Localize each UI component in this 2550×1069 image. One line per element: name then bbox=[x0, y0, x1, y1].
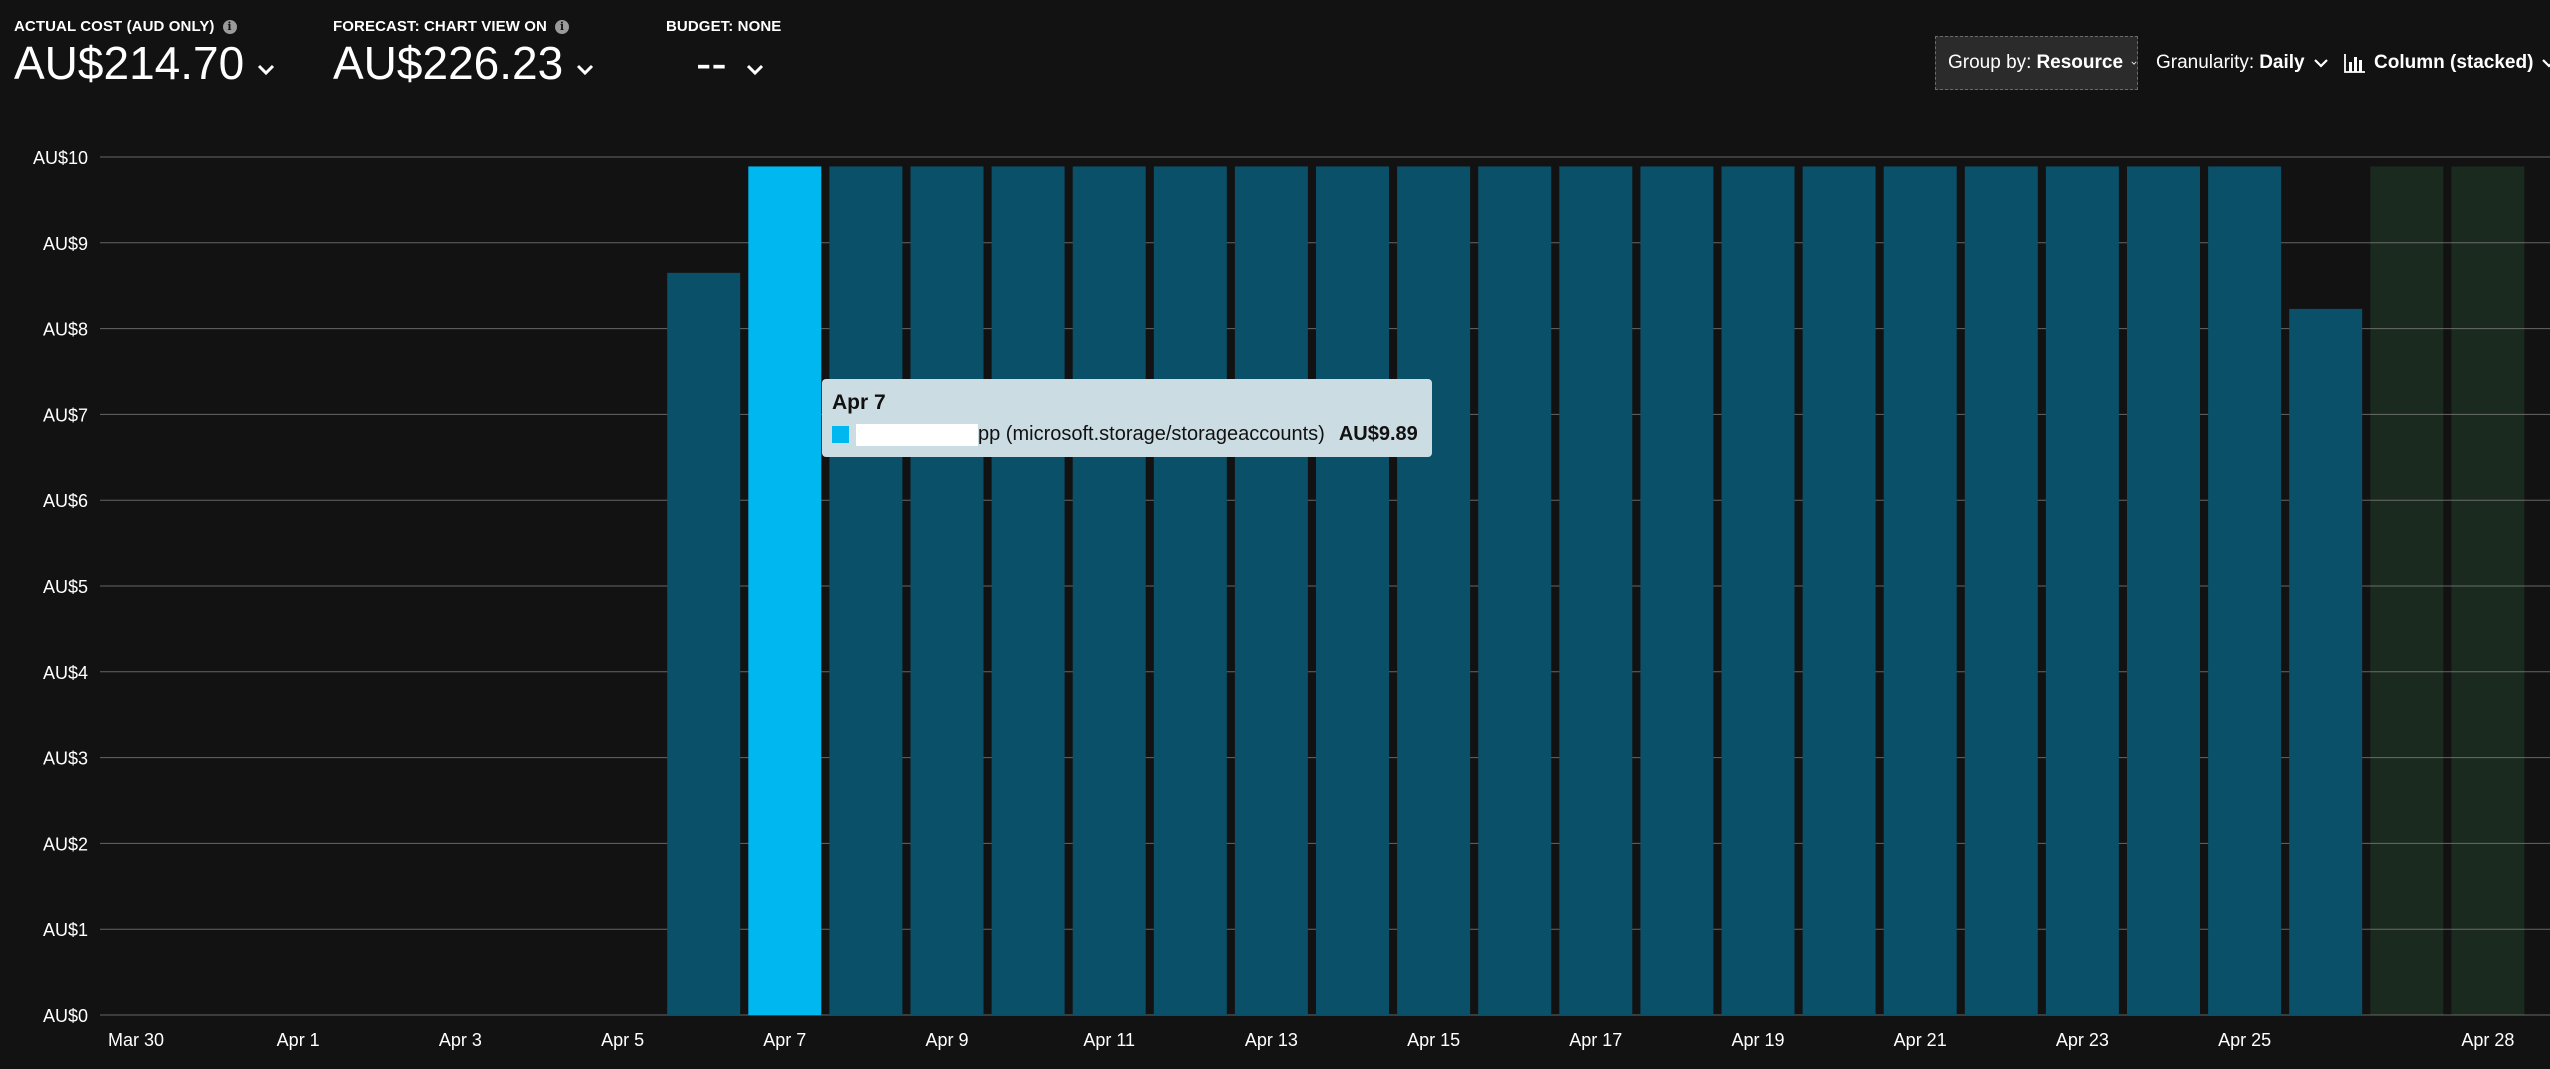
bar bbox=[667, 272, 741, 1016]
y-tick-label: AU$4 bbox=[43, 663, 88, 683]
x-tick-label: Apr 1 bbox=[277, 1030, 320, 1050]
x-tick-label: Apr 21 bbox=[1894, 1030, 1947, 1050]
bar bbox=[2045, 166, 2119, 1016]
x-tick-label: Apr 9 bbox=[925, 1030, 968, 1050]
x-tick-label: Apr 3 bbox=[439, 1030, 482, 1050]
chart-tooltip: Apr 7 pp (microsoft.storage/storageaccou… bbox=[822, 379, 1432, 457]
y-tick-label: AU$8 bbox=[43, 320, 88, 340]
bar bbox=[1559, 166, 1633, 1016]
tooltip-row: pp (microsoft.storage/storageaccounts) A… bbox=[832, 423, 1422, 446]
y-tick-label: AU$3 bbox=[43, 749, 88, 769]
bar bbox=[1234, 166, 1308, 1016]
bar bbox=[1316, 166, 1389, 1016]
y-tick-label: AU$1 bbox=[43, 920, 88, 940]
bar bbox=[1478, 166, 1552, 1016]
x-tick-label: Apr 25 bbox=[2218, 1030, 2271, 1050]
bar bbox=[910, 166, 984, 1016]
bar bbox=[2127, 166, 2200, 1016]
y-tick-label: AU$9 bbox=[43, 234, 88, 254]
series-swatch bbox=[832, 426, 849, 443]
y-tick-label: AU$10 bbox=[33, 148, 88, 168]
bar bbox=[2208, 166, 2282, 1016]
redacted-resource-name bbox=[856, 423, 978, 446]
tooltip-value: AU$9.89 bbox=[1338, 423, 1418, 445]
x-tick-label: Apr 28 bbox=[2461, 1030, 2514, 1050]
x-tick-label: Apr 23 bbox=[2056, 1030, 2109, 1050]
y-tick-label: AU$7 bbox=[43, 405, 88, 425]
bar bbox=[1721, 166, 1795, 1016]
y-tick-label: AU$2 bbox=[43, 834, 88, 854]
bar bbox=[1964, 166, 2038, 1016]
bar bbox=[1883, 166, 1957, 1016]
x-tick-label: Apr 13 bbox=[1245, 1030, 1298, 1050]
bar bbox=[829, 166, 903, 1016]
y-tick-label: AU$5 bbox=[43, 577, 88, 597]
x-tick-label: Apr 7 bbox=[763, 1030, 806, 1050]
x-tick-label: Apr 19 bbox=[1731, 1030, 1784, 1050]
bar bbox=[1072, 166, 1146, 1016]
x-tick-label: Apr 17 bbox=[1569, 1030, 1622, 1050]
bar bbox=[991, 166, 1065, 1016]
tooltip-series-name: pp (microsoft.storage/storageaccounts) bbox=[978, 423, 1325, 445]
bar bbox=[1802, 166, 1876, 1016]
bar bbox=[1640, 166, 1714, 1016]
bar bbox=[1397, 166, 1471, 1016]
cost-column-chart: AU$0 AU$1 AU$2 AU$3 AU$4 AU$5 AU$6 AU$7 AU$8 AU$9… bbox=[33, 148, 2550, 1050]
tooltip-date: Apr 7 bbox=[832, 391, 886, 414]
forecast-bar bbox=[2451, 166, 2525, 1016]
y-tick-label: AU$0 bbox=[43, 1006, 88, 1026]
bar bbox=[1153, 166, 1227, 1016]
x-tick-label: Mar 30 bbox=[108, 1030, 164, 1050]
y-tick-label: AU$6 bbox=[43, 491, 88, 511]
bar bbox=[2289, 308, 2363, 1016]
x-tick-label: Apr 5 bbox=[601, 1030, 644, 1050]
bar bbox=[748, 166, 822, 1016]
forecast-bar bbox=[2370, 166, 2444, 1016]
x-tick-label: Apr 11 bbox=[1083, 1030, 1135, 1050]
x-tick-label: Apr 15 bbox=[1407, 1030, 1460, 1050]
